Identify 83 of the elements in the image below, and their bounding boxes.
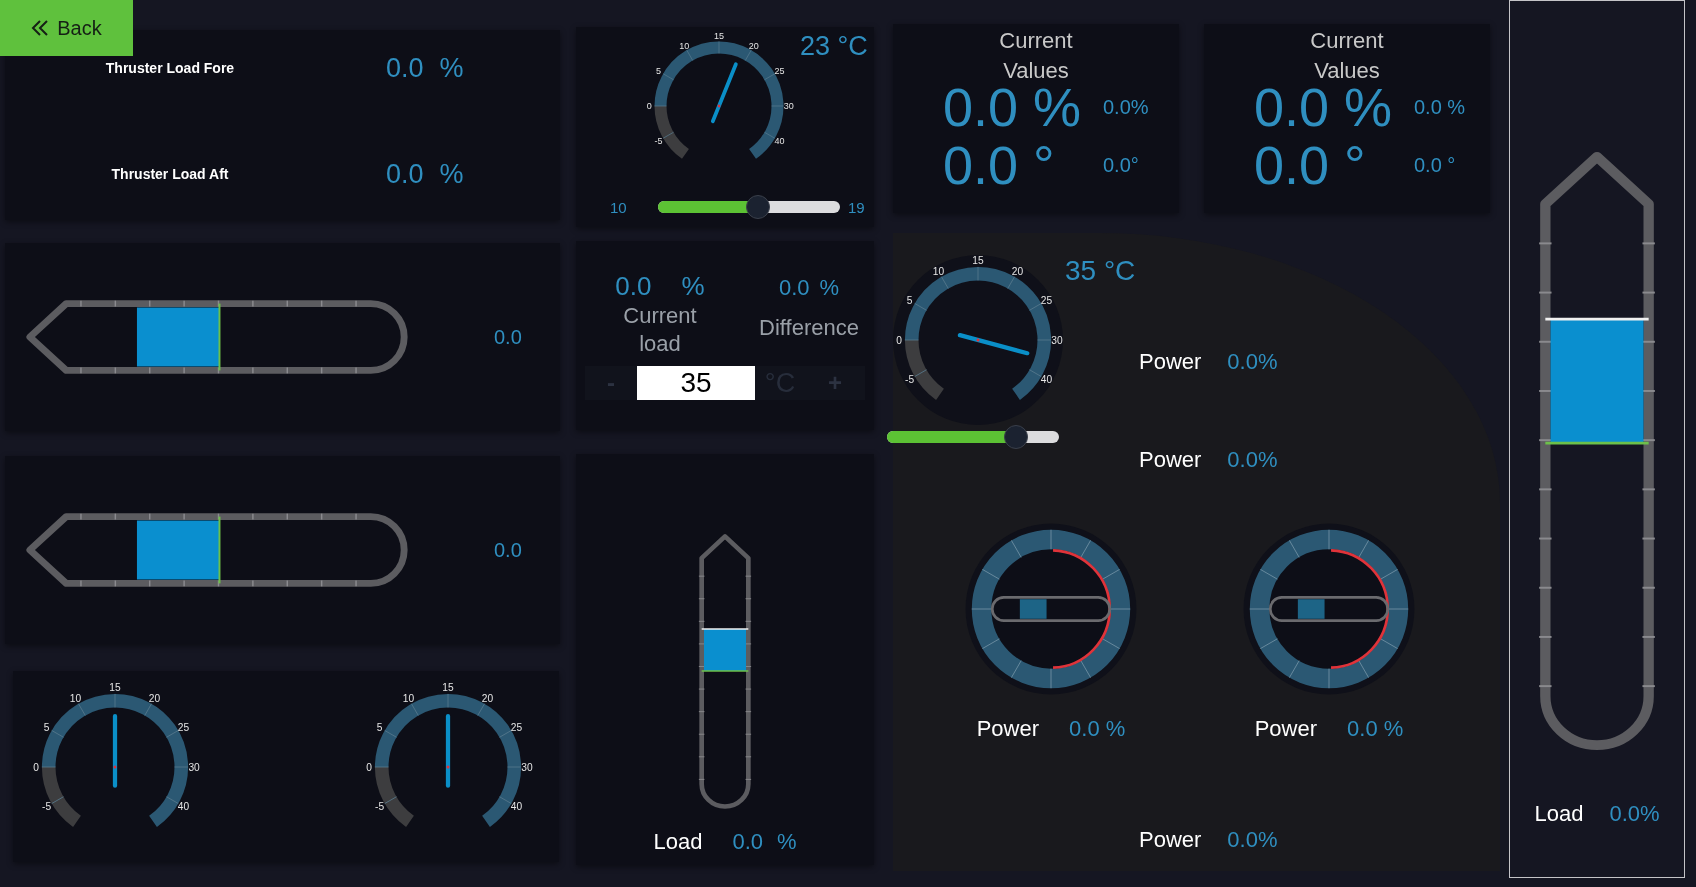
caption-label: Difference bbox=[759, 315, 859, 341]
range-max-label: 19 bbox=[847, 198, 866, 216]
tick-label: 25 bbox=[510, 721, 523, 733]
power-label: Power bbox=[1139, 349, 1202, 375]
load-value: 0.0 bbox=[732, 829, 763, 855]
slider-thumb[interactable] bbox=[1004, 425, 1028, 449]
slider-track[interactable] bbox=[887, 425, 1059, 449]
tick-label: 0 bbox=[366, 761, 372, 772]
difference-value: 0.0 bbox=[778, 275, 810, 301]
load-value: 0.0 bbox=[386, 52, 424, 84]
number-field[interactable]: 35 bbox=[637, 366, 755, 400]
tick-label: 40 bbox=[510, 800, 523, 812]
big-value: 0.0 ° bbox=[1254, 136, 1367, 194]
unit-label: % bbox=[681, 271, 705, 302]
unit-label: % bbox=[439, 158, 464, 190]
double-chevron-left-icon bbox=[31, 20, 50, 36]
tick-label: 30 bbox=[188, 761, 200, 772]
small-value: 0.0 % bbox=[1414, 95, 1466, 119]
tick-label: -5 bbox=[905, 374, 915, 385]
back-button[interactable]: Back bbox=[0, 0, 133, 56]
tick-label: 10 bbox=[69, 692, 82, 704]
power-label: Power bbox=[1139, 827, 1202, 853]
load-value: 0.0 bbox=[386, 158, 424, 190]
gauge-needle bbox=[710, 62, 738, 124]
thruster-label: Thruster Load Aft bbox=[111, 166, 229, 182]
tick-label: -5 bbox=[375, 800, 385, 812]
tick-label: 20 bbox=[148, 692, 161, 704]
tick-label: 15 bbox=[714, 31, 724, 42]
tick-label: 25 bbox=[1040, 295, 1053, 306]
tick-label: 40 bbox=[177, 800, 190, 812]
small-value: 0.0° bbox=[1103, 153, 1140, 177]
tick-label: 10 bbox=[679, 40, 690, 51]
tick-label: 0 bbox=[896, 334, 902, 346]
power-value: 0.0% bbox=[1227, 827, 1278, 853]
tick-label: 25 bbox=[177, 721, 190, 733]
tick-label: 5 bbox=[376, 721, 383, 733]
tick-label: 40 bbox=[774, 135, 785, 146]
power-value: 0.0% bbox=[1227, 349, 1278, 375]
big-value: 0.0 ° bbox=[943, 136, 1056, 194]
tank-value: 0.0 bbox=[494, 325, 522, 349]
caption-label: Current load bbox=[622, 302, 698, 358]
slider-track[interactable] bbox=[658, 195, 840, 219]
load-label: Load bbox=[1534, 801, 1584, 827]
small-value: 0.0% bbox=[1103, 95, 1149, 119]
slider-thumb[interactable] bbox=[746, 195, 771, 219]
tick-label: 30 bbox=[521, 761, 533, 772]
power-label: Power bbox=[1254, 716, 1318, 742]
tick-label: 0 bbox=[33, 761, 39, 772]
tick-label: 20 bbox=[1011, 266, 1024, 278]
power-value: 0.0 % bbox=[1069, 716, 1126, 742]
temperature-reading: 23 °C bbox=[800, 30, 869, 62]
tick-label: 5 bbox=[656, 66, 662, 77]
power-value: 0.0% bbox=[1227, 447, 1278, 473]
tank-value: 0.0 bbox=[494, 538, 522, 562]
load-value: 0.0% bbox=[1609, 801, 1660, 827]
tick-label: -5 bbox=[654, 135, 663, 146]
load-value: 0.0 bbox=[615, 271, 652, 302]
small-value: 0.0 ° bbox=[1414, 153, 1457, 177]
unit-label: % bbox=[439, 52, 464, 84]
tick-label: 5 bbox=[906, 295, 913, 306]
tick-label: 5 bbox=[43, 721, 50, 733]
temperature-reading: 35 °C bbox=[1065, 255, 1136, 288]
power-label: Power bbox=[1139, 447, 1202, 473]
tick-label: -5 bbox=[42, 800, 52, 812]
unit-label: % bbox=[777, 829, 797, 855]
tick-label: 15 bbox=[972, 255, 984, 267]
tick-label: 20 bbox=[748, 40, 759, 51]
power-value: 0.0 % bbox=[1347, 716, 1404, 742]
range-min-label: 10 bbox=[609, 198, 628, 216]
power-label: Power bbox=[976, 716, 1040, 742]
tick-label: 30 bbox=[783, 101, 794, 111]
tick-label: 0 bbox=[646, 101, 652, 111]
tick-label: 30 bbox=[1051, 334, 1063, 346]
tick-label: 15 bbox=[442, 681, 454, 693]
load-label: Load bbox=[653, 829, 703, 855]
tick-label: 10 bbox=[932, 266, 945, 278]
thruster-label: Thruster Load Fore bbox=[105, 60, 235, 76]
tick-label: 15 bbox=[109, 681, 121, 693]
tick-label: 40 bbox=[1040, 374, 1053, 385]
tick-label: 25 bbox=[774, 66, 785, 77]
tick-label: 10 bbox=[402, 692, 415, 704]
unit-label: % bbox=[819, 275, 840, 301]
tick-label: 20 bbox=[481, 692, 494, 704]
